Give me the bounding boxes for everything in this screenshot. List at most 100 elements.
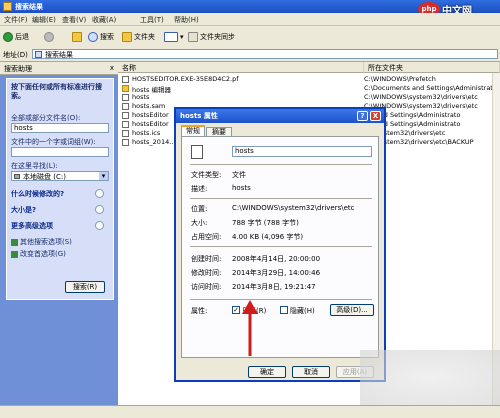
file-icon: [122, 139, 129, 146]
menu-edit[interactable]: 编辑(E): [32, 15, 56, 25]
search-submit-button[interactable]: 搜索(R): [65, 281, 105, 293]
size-link[interactable]: 大小是?: [11, 205, 36, 215]
blurred-watermark: [360, 350, 500, 405]
general-tab-panel: hosts 文件类型: 文件 描述: hosts 位置: C:\WINDOWS\…: [181, 136, 379, 358]
look-in-value: 本地磁盘 (C:): [23, 173, 66, 181]
advanced-button[interactable]: 高级(D)...: [330, 304, 374, 316]
properties-dialog: hosts 属性 ? X 常规 摘要 hosts 文件类型: 文件 描述: ho…: [174, 107, 386, 382]
location-value: C:\WINDOWS\system32\drivers\etc: [232, 204, 355, 212]
search-folder-icon: [3, 2, 12, 11]
file-name: hostsEditor: [132, 111, 169, 119]
file-icon: [122, 112, 129, 119]
views-icon: [164, 32, 178, 42]
type-label: 文件类型:: [191, 171, 222, 179]
table-row[interactable]: HOSTSEDITOR.EXE-35E8D4C2.pf C:\WINDOWS\P…: [118, 75, 500, 84]
sync-icon: [188, 32, 198, 42]
search-icon: [88, 32, 98, 42]
menu-view[interactable]: 查看(V): [62, 15, 86, 25]
cancel-button[interactable]: 取消: [292, 366, 330, 378]
filename-label: 全部或部分文件名(O):: [11, 114, 81, 122]
divider: [190, 164, 372, 165]
menu-file[interactable]: 文件(F): [4, 15, 28, 25]
address-input[interactable]: 搜索结果: [32, 49, 498, 59]
when-modified-expand-icon[interactable]: [95, 189, 104, 198]
modified-label: 修改时间:: [191, 269, 222, 277]
folder-sync-button[interactable]: 文件夹同步: [188, 30, 235, 44]
arrow-head: [242, 300, 258, 314]
search-label: 搜索: [100, 33, 114, 41]
search-companion-pane: 搜索助理 x 按下面任何或所有标准进行搜索。 全部或部分文件名(O): host…: [0, 62, 118, 417]
file-icon: [122, 130, 129, 137]
modified-value: 2014年3月29日, 14:00:46: [232, 269, 321, 277]
menu-tools[interactable]: 工具(T): [140, 15, 164, 25]
file-name: hosts: [132, 93, 150, 101]
attributes-label: 属性:: [191, 307, 208, 315]
forward-arrow-icon: [44, 32, 54, 42]
menu-favorites[interactable]: 收藏(A): [92, 15, 116, 25]
menu-help[interactable]: 帮助(H): [174, 15, 199, 25]
hidden-checkbox[interactable]: [280, 306, 288, 314]
name-column-header[interactable]: 名称: [118, 62, 364, 73]
advanced-options-link[interactable]: 更多高级选项: [11, 221, 53, 231]
file-name: hostsEditor: [132, 120, 169, 128]
views-button[interactable]: ▾: [164, 30, 184, 44]
other-options-link[interactable]: 其他搜索选项(S): [11, 237, 72, 247]
back-button[interactable]: 后退: [3, 30, 29, 44]
folders-icon: [122, 32, 132, 42]
table-row[interactable]: hosts C:\WINDOWS\system32\drivers\etc: [118, 93, 500, 102]
advanced-expand-icon[interactable]: [95, 221, 104, 230]
filename-field[interactable]: hosts: [232, 146, 372, 157]
help-button[interactable]: ?: [357, 111, 368, 121]
search-pane-title: 搜索助理: [4, 65, 32, 73]
size-value: 788 字节 (788 字节): [232, 219, 299, 227]
file-folder: C:\Documents and Settings\Administrato: [364, 84, 497, 92]
up-folder-icon: [72, 32, 82, 42]
created-label: 创建时间:: [191, 255, 222, 263]
word-phrase-input[interactable]: [11, 147, 109, 157]
hidden-label[interactable]: 隐藏(H): [290, 306, 315, 316]
file-icon: [191, 145, 203, 159]
when-modified-link[interactable]: 什么时候修改的?: [11, 189, 64, 199]
divider: [190, 198, 372, 199]
file-icon: [122, 94, 129, 101]
size-label: 大小:: [191, 219, 208, 227]
folder-sync-label: 文件夹同步: [200, 33, 235, 41]
dropdown-arrow-icon: ▾: [99, 172, 108, 180]
search-button[interactable]: 搜索: [88, 30, 114, 44]
back-label: 后退: [15, 33, 29, 41]
folder-icon: [122, 85, 129, 92]
file-name: HOSTSEDITOR.EXE-35E8D4C2.pf: [132, 75, 239, 83]
description-value: hosts: [232, 184, 251, 192]
search-prompt: 按下面任何或所有标准进行搜索。: [11, 83, 102, 100]
look-in-select[interactable]: 本地磁盘 (C:) ▾: [11, 171, 109, 181]
toolbar: 后退 搜索 文件夹 ▾ 文件夹同步: [0, 26, 500, 49]
folders-button[interactable]: 文件夹: [122, 30, 155, 44]
other-options-label: 其他搜索选项(S): [20, 238, 72, 246]
back-arrow-icon: [3, 32, 13, 42]
change-preferences-link[interactable]: 改变首选项(G): [11, 249, 66, 259]
ok-button[interactable]: 确定: [248, 366, 286, 378]
divider: [190, 299, 372, 300]
chevron-down-icon: ▾: [180, 33, 184, 41]
search-criteria-panel: 按下面任何或所有标准进行搜索。 全部或部分文件名(O): hosts 文件中的一…: [6, 78, 114, 300]
search-pane-header: 搜索助理 x: [0, 62, 118, 75]
arrow-icon: [11, 238, 18, 246]
arrow-icon: [11, 250, 18, 258]
accessed-value: 2014年3月8日, 19:21:47: [232, 283, 316, 291]
menu-bar: 文件(F) 编辑(E) 查看(V) 收藏(A) 工具(T) 帮助(H): [0, 13, 500, 26]
divider: [190, 246, 372, 247]
forward-button[interactable]: [44, 30, 54, 44]
folder-column-header[interactable]: 所在文件夹: [364, 62, 500, 73]
name-column-label: 名称: [122, 64, 136, 72]
filename-input[interactable]: hosts: [11, 123, 109, 133]
window-title: 搜索结果: [15, 3, 43, 11]
close-button[interactable]: X: [370, 111, 381, 121]
file-name: hosts.sam: [132, 102, 166, 110]
table-row[interactable]: hosts 编辑器 C:\Documents and Settings\Admi…: [118, 84, 500, 94]
search-pane-close[interactable]: x: [110, 64, 114, 72]
drive-icon: [14, 174, 20, 179]
size-expand-icon[interactable]: [95, 205, 104, 214]
address-bar: 地址(D) 搜索结果: [0, 48, 500, 62]
up-button[interactable]: [72, 30, 82, 44]
accessed-label: 访问时间:: [191, 283, 222, 291]
